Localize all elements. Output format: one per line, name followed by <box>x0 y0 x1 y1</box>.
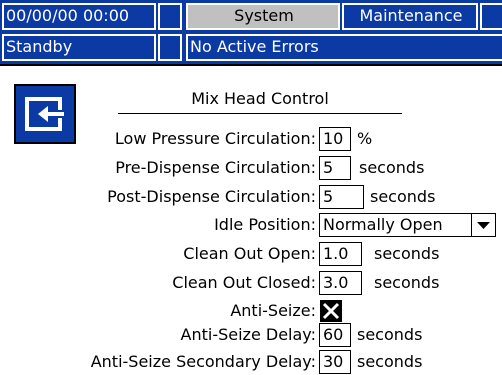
pre-dispense-circulation-unit: seconds <box>359 158 425 177</box>
dropdown-arrow-icon[interactable] <box>471 214 495 236</box>
idle-position-row: Idle Position: Normally Open <box>0 213 502 237</box>
low-pressure-circulation-unit: % <box>357 129 373 148</box>
pre-dispense-circulation-label: Pre-Dispense Circulation: <box>115 158 316 177</box>
header-divider <box>0 64 502 66</box>
top-status-bar: 00/00/00 00:00 System Maintenance <box>0 0 502 33</box>
anti-seize-delay-input[interactable]: 60 <box>319 323 351 347</box>
screen-title: Mix Head Control <box>118 89 402 114</box>
checkmark-x-icon <box>322 302 340 320</box>
anti-seize-label: Anti-Seize: <box>230 301 316 320</box>
anti-seize-secondary-delay-unit: seconds <box>357 352 423 371</box>
clean-out-closed-label: Clean Out Closed: <box>172 273 316 292</box>
machine-status: Standby <box>2 34 156 61</box>
clean-out-closed-unit: seconds <box>374 273 440 292</box>
idle-position-label: Idle Position: <box>214 215 316 234</box>
anti-seize-delay-row: Anti-Seize Delay: 60 seconds <box>0 323 502 347</box>
tab-system[interactable]: System <box>186 3 340 30</box>
tab-maintenance[interactable]: Maintenance <box>342 3 478 30</box>
low-pressure-circulation-label: Low Pressure Circulation: <box>114 129 316 148</box>
anti-seize-delay-label: Anti-Seize Delay: <box>180 325 316 344</box>
post-dispense-circulation-input[interactable]: 5 <box>319 185 364 209</box>
anti-seize-row: Anti-Seize: <box>0 299 502 323</box>
pre-dispense-circulation-input[interactable]: 5 <box>319 156 351 180</box>
clean-out-closed-row: Clean Out Closed: 3.0 seconds <box>0 271 502 295</box>
post-dispense-circulation-unit: seconds <box>370 187 436 206</box>
clean-out-open-input[interactable]: 1.0 <box>319 242 362 266</box>
anti-seize-secondary-delay-input[interactable]: 30 <box>319 350 351 374</box>
pre-dispense-circulation-row: Pre-Dispense Circulation: 5 seconds <box>0 156 502 180</box>
anti-seize-secondary-delay-row: Anti-Seize Secondary Delay: 30 seconds <box>0 350 502 374</box>
status-spacer-cell <box>158 34 182 61</box>
error-status: No Active Errors <box>186 34 502 61</box>
anti-seize-checkbox[interactable] <box>320 300 342 322</box>
low-pressure-circulation-input[interactable]: 10 <box>319 127 351 151</box>
clean-out-open-row: Clean Out Open: 1.0 seconds <box>0 242 502 266</box>
post-dispense-circulation-label: Post-Dispense Circulation: <box>107 187 316 206</box>
clean-out-open-unit: seconds <box>374 244 440 263</box>
low-pressure-circulation-row: Low Pressure Circulation: 10 % <box>0 127 502 151</box>
anti-seize-secondary-delay-label: Anti-Seize Secondary Delay: <box>90 352 316 371</box>
tab-next-partial[interactable] <box>480 3 502 30</box>
clean-out-open-label: Clean Out Open: <box>183 244 316 263</box>
post-dispense-circulation-row: Post-Dispense Circulation: 5 seconds <box>0 185 502 209</box>
idle-position-dropdown[interactable]: Normally Open <box>319 213 496 237</box>
header-spacer-cell <box>158 3 182 30</box>
idle-position-value: Normally Open <box>323 215 443 234</box>
datetime-display: 00/00/00 00:00 <box>2 3 156 30</box>
anti-seize-delay-unit: seconds <box>357 325 423 344</box>
clean-out-closed-input[interactable]: 3.0 <box>319 271 362 295</box>
status-bar: Standby No Active Errors <box>0 33 502 64</box>
